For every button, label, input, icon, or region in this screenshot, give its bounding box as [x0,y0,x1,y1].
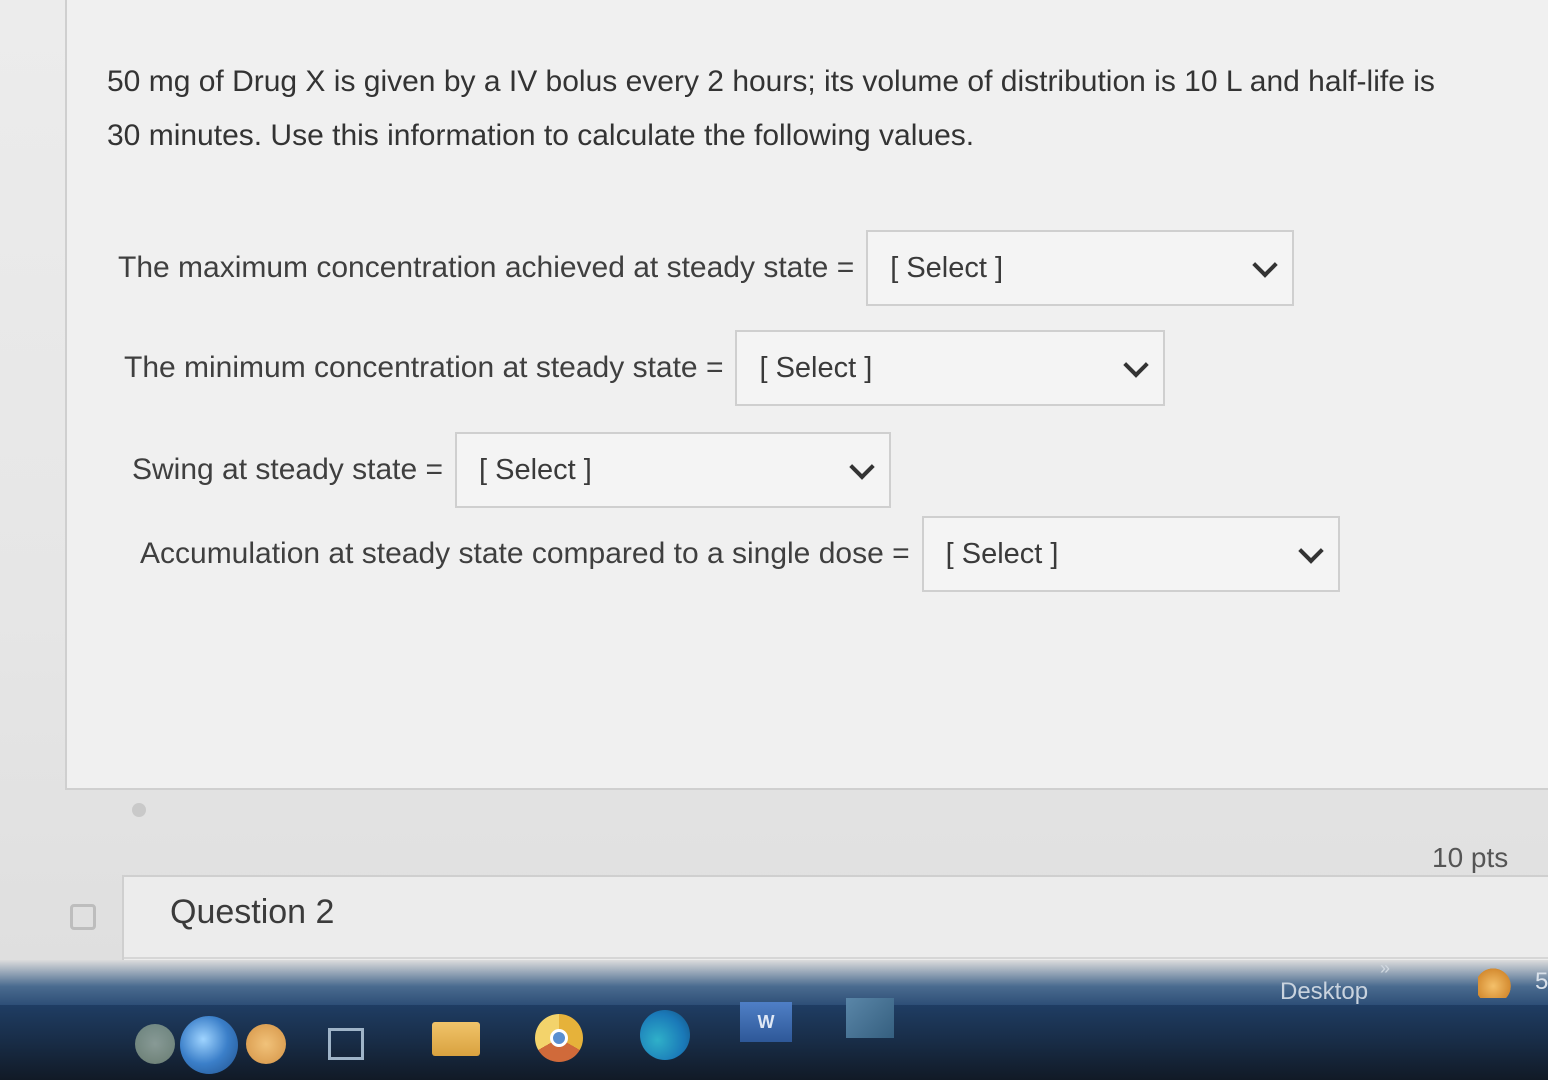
min-concentration-select[interactable]: [ Select ] [735,330,1166,406]
answer-row-min-concentration: The minimum concentration at steady stat… [124,330,1166,406]
task-view-icon[interactable] [328,1028,364,1060]
select-placeholder: [ Select ] [890,251,1004,284]
select-placeholder: [ Select ] [759,351,873,384]
swing-label: Swing at steady state = [132,453,444,486]
answer-row-max-concentration: The maximum concentration achieved at st… [118,230,1295,306]
select-placeholder: [ Select ] [479,453,592,486]
chevron-down-icon [1252,252,1278,278]
answer-row-swing: Swing at steady state = [ Select ] [132,432,892,508]
answer-row-accumulation: Accumulation at steady state compared to… [140,516,1340,592]
orb-icon[interactable] [246,1024,286,1064]
start-button[interactable] [180,1016,238,1074]
chevron-down-icon [849,454,875,480]
select-placeholder: [ Select ] [945,537,1059,570]
toolbar-overflow-chevron[interactable]: » [1380,958,1390,979]
question-2-points: 10 pts [1432,842,1509,873]
photos-icon[interactable] [846,998,894,1038]
question-2-title: Question 2 [170,893,335,931]
edge-icon[interactable] [640,1010,690,1060]
chevron-down-icon [1297,538,1324,564]
dot-icon [132,803,146,817]
chevron-down-icon [1123,352,1150,378]
flag-question-icon[interactable] [70,904,96,930]
question-text: 50 mg of Drug X is given by a IV bolus e… [107,65,1435,152]
max-concentration-select[interactable]: [ Select ] [866,230,1295,306]
word-icon[interactable]: W [740,1002,792,1042]
question-2-header: Question 2 [124,877,1548,959]
weather-icon[interactable] [1478,968,1516,998]
accumulation-label: Accumulation at steady state compared to… [140,537,910,570]
file-explorer-icon[interactable] [432,1022,480,1056]
orb-icon[interactable] [135,1024,175,1064]
max-concentration-label: The maximum concentration achieved at st… [118,251,855,284]
tray-number: 5 [1535,968,1548,995]
desktop-toolbar-label[interactable]: Desktop [1280,978,1368,1006]
swing-select[interactable]: [ Select ] [455,432,892,508]
chrome-icon[interactable] [535,1014,583,1062]
min-concentration-label: The minimum concentration at steady stat… [124,351,724,384]
accumulation-select[interactable]: [ Select ] [921,516,1340,592]
